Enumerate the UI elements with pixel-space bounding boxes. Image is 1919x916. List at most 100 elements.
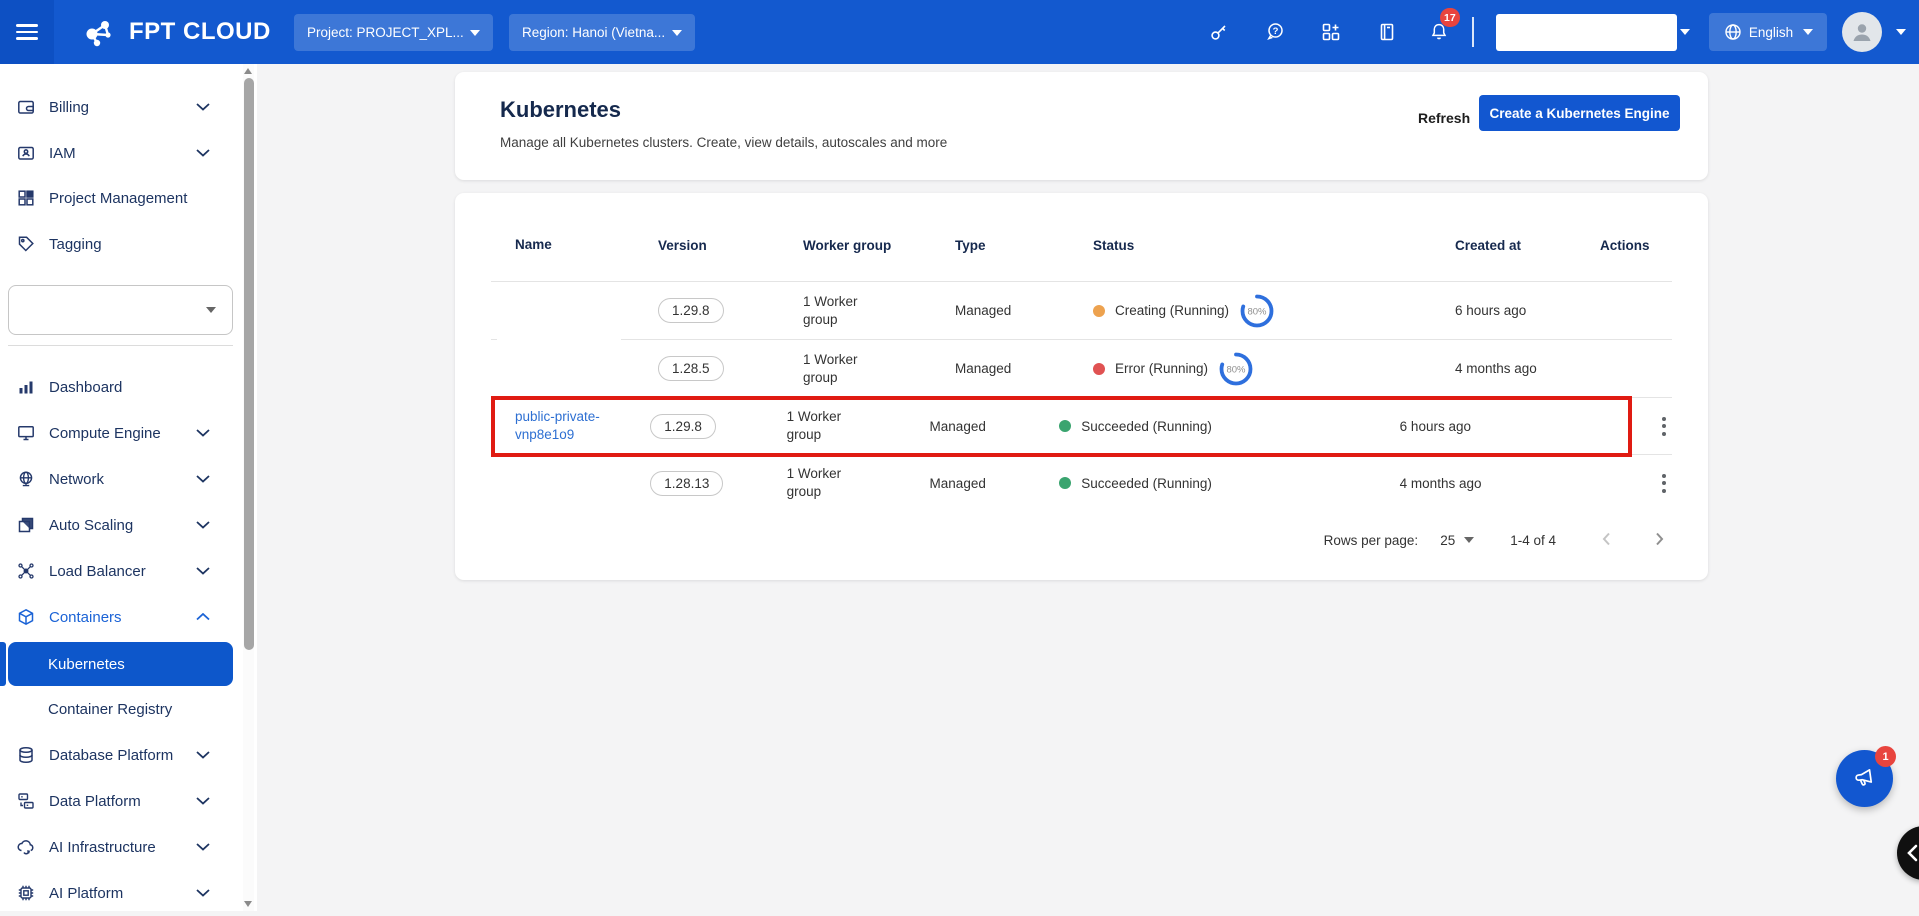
search-dropdown-caret-icon[interactable]: [1680, 29, 1690, 35]
hamburger-menu-button[interactable]: [0, 0, 54, 64]
scroll-down-arrow-icon[interactable]: [244, 901, 252, 907]
table-row: 1.28.13 1 Worker group Managed Succeeded…: [491, 454, 1672, 511]
version-badge: 1.29.8: [650, 414, 716, 439]
row-actions-kebab-menu[interactable]: [1656, 468, 1672, 499]
clusters-table-card: Name Version Worker group Type Status Cr…: [455, 193, 1708, 580]
table-row: 1.29.8 1 Worker group Managed Creating (…: [491, 281, 1672, 339]
nodes-icon: [16, 561, 36, 581]
cloud-sync-icon: [16, 837, 36, 857]
type-cell: Managed: [955, 303, 1093, 318]
previous-page-button[interactable]: [1594, 526, 1620, 555]
help-icon[interactable]: ?: [1264, 21, 1286, 43]
cluster-name-link[interactable]: public-private-vnp8e1o9: [515, 409, 600, 442]
top-navbar: FPT CLOUD Project: PROJECT_XPL... Region…: [0, 0, 1919, 64]
navbar-divider: [1472, 17, 1474, 47]
key-icon[interactable]: [1208, 21, 1230, 43]
status-label: Error (Running): [1115, 361, 1208, 376]
fpt-cloud-logo-icon: [80, 12, 120, 52]
create-kubernetes-engine-button[interactable]: Create a Kubernetes Engine: [1479, 95, 1680, 131]
sidebar-filter-select[interactable]: [8, 285, 233, 335]
chevron-down-icon: [196, 475, 210, 483]
region-selector[interactable]: Region: Hanoi (Vietna...: [509, 14, 695, 51]
notification-badge[interactable]: 17: [1440, 8, 1460, 27]
chip-icon: [16, 883, 36, 903]
avatar-menu-caret-icon[interactable]: [1896, 29, 1906, 35]
worker-group-cell: 1 Worker group: [803, 293, 867, 329]
grid-icon: [16, 188, 36, 208]
chevron-down-icon: [196, 797, 210, 805]
version-badge: 1.29.8: [658, 298, 724, 323]
row-actions-kebab-menu[interactable]: [1656, 411, 1672, 442]
sidebar-item-ai-infrastructure[interactable]: AI Infrastructure: [0, 824, 240, 870]
svg-text:80%: 80%: [1227, 364, 1247, 375]
name-redaction-overlay: [497, 282, 621, 405]
type-cell: Managed: [930, 419, 1060, 434]
globe-icon: [1723, 22, 1743, 42]
chevron-left-icon: [1598, 530, 1616, 548]
project-selector[interactable]: Project: PROJECT_XPL...: [294, 14, 493, 51]
table-row-highlighted: public-private-vnp8e1o9 1.29.8 1 Worker …: [491, 397, 1672, 454]
megaphone-icon: [1849, 763, 1879, 793]
sidebar-item-database-platform[interactable]: Database Platform: [0, 732, 240, 778]
created-at-cell: 6 hours ago: [1400, 419, 1536, 434]
sidebar-item-tagging[interactable]: Tagging: [0, 221, 240, 267]
column-header-created-at: Created at: [1455, 238, 1600, 253]
screen-widget-button[interactable]: [1897, 826, 1919, 880]
type-cell: Managed: [955, 361, 1093, 376]
sidebar-item-kubernetes[interactable]: Kubernetes: [8, 642, 233, 686]
person-icon: [1849, 19, 1875, 45]
status-dot: [1093, 305, 1105, 317]
worker-group-cell: 1 Worker group: [803, 351, 867, 387]
sidebar-item-containers[interactable]: Containers: [0, 594, 240, 640]
avatar[interactable]: [1842, 12, 1882, 52]
chevron-down-icon: [196, 103, 210, 111]
status-dot: [1093, 363, 1105, 375]
sidebar-item-iam[interactable]: IAM: [0, 130, 240, 176]
progress-spinner: 80%: [1238, 292, 1276, 330]
column-header-version: Version: [658, 238, 803, 253]
brand-logo-text: FPT CLOUD: [129, 18, 271, 46]
type-cell: Managed: [930, 476, 1060, 491]
chevron-left-icon: [1905, 844, 1919, 862]
refresh-button[interactable]: Refresh: [1418, 110, 1470, 126]
table-header-row: Name Version Worker group Type Status Cr…: [491, 209, 1672, 281]
chevron-down-icon: [196, 149, 210, 157]
id-card-icon: [16, 143, 36, 163]
region-selector-label: Region: Hanoi (Vietna...: [522, 25, 665, 40]
sidebar-item-dashboard[interactable]: Dashboard: [0, 364, 240, 410]
announcement-count-badge: 1: [1875, 746, 1896, 767]
apps-plus-icon[interactable]: [1320, 21, 1342, 43]
progress-spinner: 80%: [1217, 350, 1255, 388]
pagination-range: 1-4 of 4: [1510, 533, 1556, 548]
column-header-type: Type: [955, 238, 1093, 253]
sidebar-item-container-registry[interactable]: Container Registry: [0, 686, 240, 732]
clusters-table: Name Version Worker group Type Status Cr…: [491, 209, 1672, 511]
language-selector[interactable]: English: [1709, 13, 1827, 51]
column-header-name: Name: [515, 236, 658, 254]
svg-text:80%: 80%: [1248, 306, 1268, 317]
layers-icon: [16, 515, 36, 535]
sidebar-item-billing[interactable]: Billing: [0, 84, 240, 130]
chevron-down-icon: [206, 307, 216, 313]
sidebar-scrollbar[interactable]: [243, 64, 254, 911]
sidebar-item-data-platform[interactable]: Data Platform: [0, 778, 240, 824]
worker-group-cell: 1 Worker group: [787, 465, 851, 501]
version-badge: 1.28.5: [658, 356, 724, 381]
sidebar-item-compute-engine[interactable]: Compute Engine: [0, 410, 240, 456]
search-input[interactable]: [1496, 14, 1677, 51]
table-row: 1.28.5 1 Worker group Managed Error (Run…: [491, 339, 1672, 397]
active-menu-indicator: [0, 642, 6, 686]
tag-icon: [16, 234, 36, 254]
status-label: Succeeded (Running): [1081, 476, 1212, 491]
docs-icon[interactable]: [1376, 21, 1398, 43]
scroll-up-arrow-icon[interactable]: [244, 68, 252, 74]
sidebar-item-network[interactable]: Network: [0, 456, 240, 502]
sidebar-item-auto-scaling[interactable]: Auto Scaling: [0, 502, 240, 548]
sidebar-item-ai-platform[interactable]: AI Platform: [0, 870, 240, 916]
announcements-fab-button[interactable]: 1: [1836, 750, 1893, 807]
scrollbar-thumb[interactable]: [244, 78, 254, 650]
rows-per-page-select[interactable]: 25: [1440, 533, 1474, 548]
sidebar-item-project-management[interactable]: Project Management: [0, 175, 240, 221]
sidebar-item-load-balancer[interactable]: Load Balancer: [0, 548, 240, 594]
next-page-button[interactable]: [1646, 526, 1672, 555]
